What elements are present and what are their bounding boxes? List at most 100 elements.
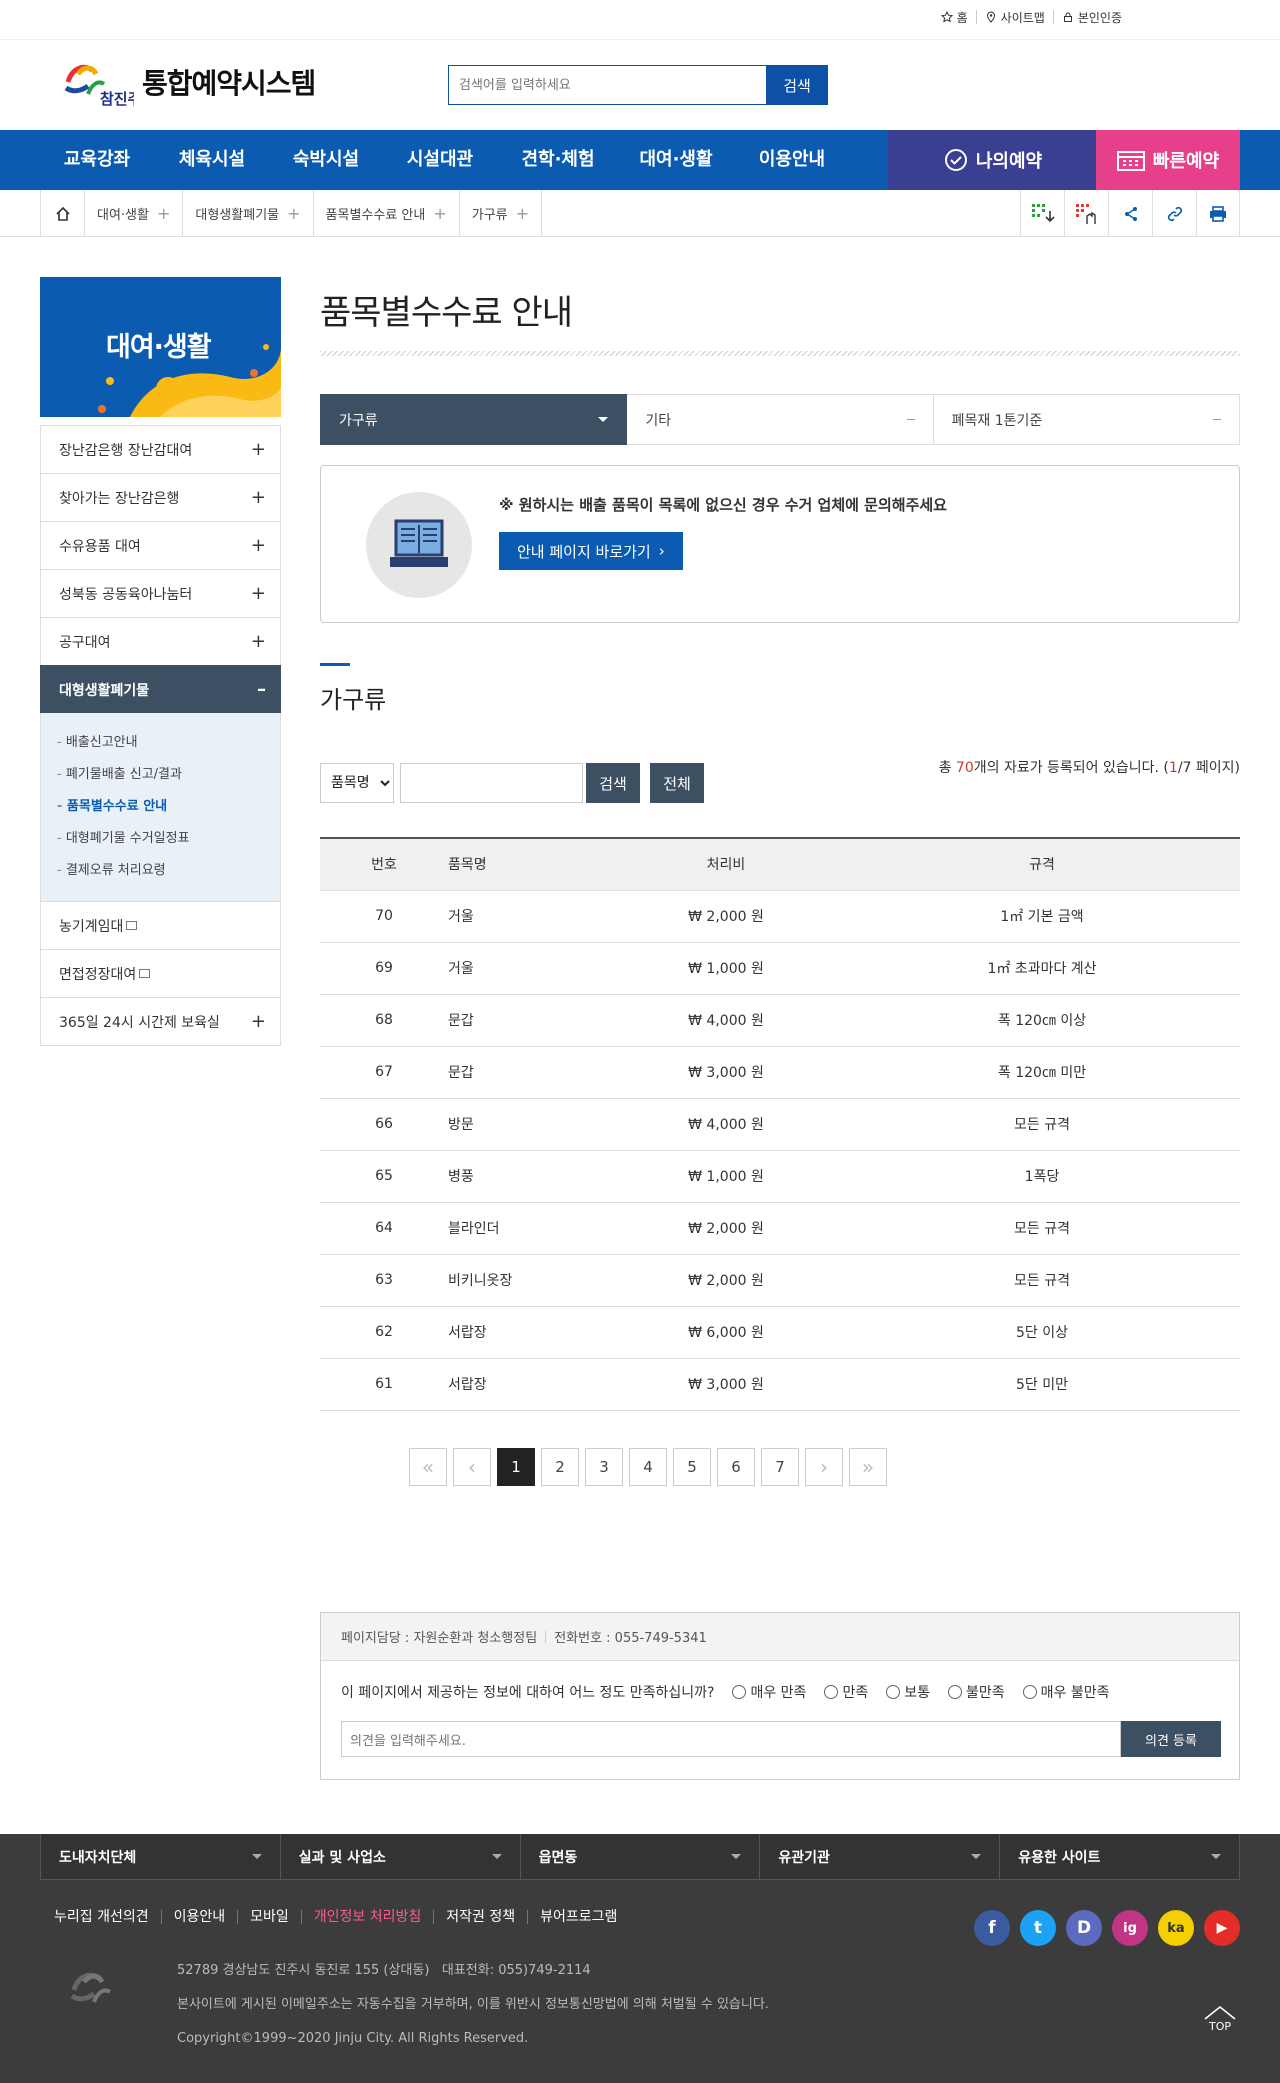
search-input[interactable]: [448, 65, 766, 105]
page-button-6[interactable]: 6: [717, 1448, 755, 1486]
share-button[interactable]: [1108, 190, 1152, 237]
tab-furniture[interactable]: 가구류: [320, 394, 628, 445]
my-reservation-button[interactable]: 나의예약: [888, 130, 1098, 190]
gnb-item-tour[interactable]: 견학·체험: [498, 130, 618, 190]
side-item-daycare[interactable]: 365일 24시 시간제 보육실 +: [40, 997, 281, 1046]
page-button-3[interactable]: 3: [585, 1448, 623, 1486]
page-button-1[interactable]: 1: [497, 1448, 535, 1486]
next-page-button[interactable]: ›: [805, 1448, 843, 1486]
util-sitemap-link[interactable]: 사이트맵: [977, 10, 1054, 25]
page-button-2[interactable]: 2: [541, 1448, 579, 1486]
category-tabs: 가구류 기타 폐목재 1톤기준: [320, 394, 1240, 445]
footer-select-local-gov[interactable]: 도내자치단체: [40, 1834, 281, 1880]
opinion-textarea[interactable]: [341, 1721, 1121, 1757]
util-auth-link[interactable]: 본인인증: [1054, 10, 1130, 25]
search-button[interactable]: 검색: [766, 65, 828, 105]
side-item-farm-machine[interactable]: 농기계임대: [40, 901, 281, 950]
qr-share-button[interactable]: [1064, 190, 1108, 237]
gnb-item-rental-facility[interactable]: 시설대관: [382, 130, 498, 190]
prev-page-button[interactable]: ‹: [453, 1448, 491, 1486]
cell-number: 63: [320, 1254, 448, 1307]
th-item: 품목명: [448, 838, 608, 891]
rating-dissatisfied[interactable]: 불만족: [947, 1682, 1005, 1702]
side-item-visiting-toy-bank[interactable]: 찾아가는 장난감은행 +: [40, 473, 281, 522]
breadcrumb-4[interactable]: 가구류 +: [460, 190, 543, 237]
top-button[interactable]: TOP: [1204, 2006, 1236, 2033]
tab-wood[interactable]: 폐목재 1톤기준: [933, 394, 1240, 445]
twitter-icon[interactable]: t: [1020, 1910, 1056, 1946]
total-count: 총 70개의 자료가 등록되어 있습니다. (1/7 페이지): [939, 757, 1240, 777]
table-row: 61 서랍장 ₩ 3,000 원 5단 미만: [320, 1358, 1240, 1411]
footer-link-privacy[interactable]: 개인정보 처리방침: [302, 1910, 435, 1924]
first-page-button[interactable]: «: [409, 1448, 447, 1486]
guide-page-button[interactable]: 안내 페이지 바로가기 ›: [499, 532, 683, 570]
current-page-number: 1: [1168, 760, 1178, 776]
rating-very-satisfied[interactable]: 매우 만족: [732, 1682, 806, 1702]
side-sub-item-active[interactable]: 품목별수수료 안내: [57, 791, 280, 823]
rating-satisfied[interactable]: 만족: [824, 1682, 868, 1702]
kakao-icon[interactable]: ka: [1158, 1910, 1194, 1946]
tab-etc[interactable]: 기타: [627, 394, 934, 445]
quick-reservation-button[interactable]: 빠른예약: [1096, 130, 1240, 190]
gnb-item-lodging[interactable]: 숙박시설: [270, 130, 382, 190]
facebook-icon[interactable]: f: [974, 1910, 1010, 1946]
daum-blog-icon[interactable]: D: [1066, 1910, 1102, 1946]
board-search-button[interactable]: 검색: [586, 763, 640, 803]
cell-number: 67: [320, 1046, 448, 1099]
side-sub-item[interactable]: 배출신고안내: [57, 727, 280, 759]
copy-link-button[interactable]: [1152, 190, 1196, 237]
footer-link-viewer[interactable]: 뷰어프로그램: [528, 1910, 629, 1924]
footer-link-copyright[interactable]: 저작권 정책: [434, 1910, 529, 1924]
gnb-menu: 교육강좌 체육시설 숙박시설 시설대관 견학·체험 대여·생활 이용안내: [40, 130, 850, 190]
breadcrumb-1[interactable]: 대여·생활 +: [85, 190, 184, 237]
board-search-input[interactable]: [400, 763, 583, 803]
footer-select-departments[interactable]: 실과 및 사업소: [280, 1834, 521, 1880]
side-sub-item[interactable]: 결제오류 처리요령: [57, 855, 280, 887]
page-button-7[interactable]: 7: [761, 1448, 799, 1486]
side-item-suit-rental[interactable]: 면접정장대여: [40, 949, 281, 998]
instagram-icon[interactable]: ig: [1112, 1910, 1148, 1946]
gnb-item-rental-life[interactable]: 대여·생활: [618, 130, 734, 190]
home-button[interactable]: [41, 190, 85, 237]
search-field-select[interactable]: 품목명: [320, 763, 394, 803]
last-page-button[interactable]: »: [849, 1448, 887, 1486]
gnb-item-sports[interactable]: 체육시설: [154, 130, 270, 190]
board-all-button[interactable]: 전체: [650, 763, 704, 803]
side-item-childcare-share[interactable]: 성북동 공동육아나눔터 +: [40, 569, 281, 618]
footer-link-feedback[interactable]: 누리집 개선의견: [54, 1910, 162, 1924]
side-item-bulky-waste[interactable]: 대형생활폐기물 –: [40, 665, 281, 714]
print-button[interactable]: [1196, 190, 1240, 237]
gnb-item-guide[interactable]: 이용안내: [734, 130, 850, 190]
footer-select-useful-sites[interactable]: 유용한 사이트: [1000, 1834, 1240, 1880]
section-title: 가구류: [320, 686, 387, 714]
opinion-submit-button[interactable]: 의견 등록: [1121, 1721, 1221, 1757]
rating-normal[interactable]: 보통: [886, 1682, 930, 1702]
cell-item: 병풍: [448, 1150, 608, 1203]
footer-links: 누리집 개선의견 이용안내 모바일 개인정보 처리방침 저작권 정책 뷰어프로그…: [54, 1910, 629, 1924]
side-submenu: 배출신고안내 폐기물배출 신고/결과 품목별수수료 안내 대형폐기물 수거일정표…: [40, 713, 281, 902]
home-icon: [55, 206, 70, 221]
page-button-4[interactable]: 4: [629, 1448, 667, 1486]
radio-icon: [732, 1685, 747, 1699]
breadcrumb-3[interactable]: 품목별수수료 안내 +: [314, 190, 460, 237]
side-sub-item[interactable]: 폐기물배출 신고/결과: [57, 759, 280, 791]
site-logo[interactable]: 참진주 통합예약시스템: [58, 54, 316, 110]
footer-select-towns[interactable]: 읍면동: [520, 1834, 761, 1880]
side-sub-item[interactable]: 대형폐기물 수거일정표: [57, 823, 280, 855]
page-button-5[interactable]: 5: [673, 1448, 711, 1486]
cell-fee: ₩ 4,000 원: [608, 1098, 844, 1151]
footer-link-mobile[interactable]: 모바일: [238, 1910, 302, 1924]
gnb-item-education[interactable]: 교육강좌: [40, 130, 154, 190]
footer-select-agencies[interactable]: 유관기관: [760, 1834, 1001, 1880]
side-item-toy-bank[interactable]: 장난감은행 장난감대여 +: [40, 425, 281, 474]
qr-download-button[interactable]: [1020, 190, 1064, 237]
breadcrumb-2[interactable]: 대형생활폐기물 +: [183, 190, 314, 237]
table-row: 70 거울 ₩ 2,000 원 1㎡ 기본 금액: [320, 890, 1240, 943]
rating-very-dissatisfied[interactable]: 매우 불만족: [1022, 1682, 1109, 1702]
side-item-nursing-rental[interactable]: 수유용품 대여 +: [40, 521, 281, 570]
youtube-icon[interactable]: ▶: [1204, 1910, 1240, 1946]
footer-link-guide[interactable]: 이용안내: [162, 1910, 239, 1924]
cell-fee: ₩ 2,000 원: [608, 1202, 844, 1255]
util-home-link[interactable]: 홈: [933, 10, 977, 25]
side-item-tool-rental[interactable]: 공구대여 +: [40, 617, 281, 666]
